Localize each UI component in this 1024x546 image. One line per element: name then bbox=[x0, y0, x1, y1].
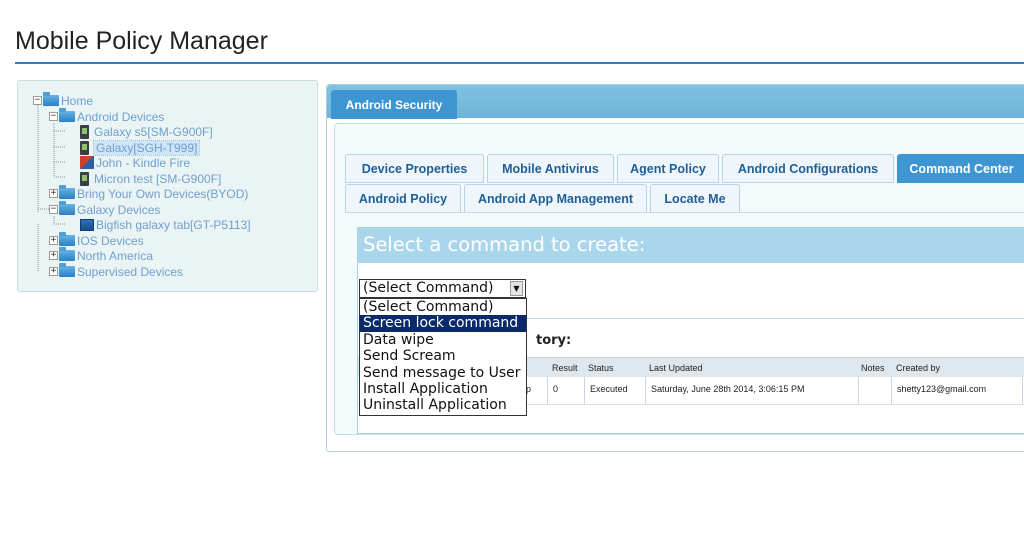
command-header: Select a command to create: bbox=[358, 228, 1024, 263]
tab-android-security[interactable]: Android Security bbox=[331, 90, 457, 119]
folder-icon bbox=[59, 247, 75, 261]
column-divider bbox=[584, 377, 585, 405]
tree-node-label: Galaxy Devices bbox=[77, 202, 161, 217]
tree-node-supervised[interactable]: + Supervised Devices bbox=[49, 263, 184, 279]
phone-icon bbox=[80, 124, 89, 139]
tab-android-policy[interactable]: Android Policy bbox=[345, 184, 461, 213]
dropdown-option[interactable]: Uninstall Application bbox=[360, 397, 526, 413]
expand-icon[interactable]: + bbox=[49, 251, 58, 260]
tree-node-bigfish[interactable]: Bigfish galaxy tab[GT-P5113] bbox=[80, 217, 251, 232]
tablet-icon bbox=[80, 218, 94, 231]
command-history-heading: tory: bbox=[536, 333, 572, 348]
column-header-status[interactable]: Status bbox=[588, 363, 614, 373]
column-divider bbox=[891, 377, 892, 405]
tree-node-label: North America bbox=[77, 248, 154, 263]
folder-icon bbox=[59, 185, 75, 199]
tab-locate-me[interactable]: Locate Me bbox=[650, 184, 740, 213]
tree-node-label: Android Devices bbox=[77, 109, 165, 124]
cell-created-by: shetty123@gmail.com bbox=[897, 384, 987, 394]
folder-icon bbox=[59, 232, 75, 246]
tree-node-label: Bigfish galaxy tab[GT-P5113] bbox=[96, 217, 251, 232]
tree-node-label: Supervised Devices bbox=[77, 264, 184, 279]
tree-node-john-kindle[interactable]: John - Kindle Fire bbox=[80, 155, 190, 170]
command-select-value: (Select Command) bbox=[363, 280, 494, 296]
expand-icon[interactable]: + bbox=[49, 267, 58, 276]
expand-icon[interactable]: + bbox=[49, 236, 58, 245]
column-header-notes[interactable]: Notes bbox=[861, 363, 885, 373]
cell-result: 0 bbox=[553, 384, 559, 394]
column-header-created-by[interactable]: Created by bbox=[896, 363, 940, 373]
folder-icon bbox=[59, 108, 75, 122]
column-header-result[interactable]: Result bbox=[552, 363, 578, 373]
tab-android-configurations[interactable]: Android Configurations bbox=[722, 154, 894, 183]
tab-divider bbox=[345, 212, 1024, 213]
tree-node-label: Bring Your Own Devices(BYOD) bbox=[77, 186, 249, 201]
phone-icon bbox=[80, 140, 89, 155]
tree-node-label: Galaxy s5[SM-G900F] bbox=[94, 124, 213, 139]
tree-node-galaxy-devices[interactable]: − Galaxy Devices bbox=[49, 201, 161, 217]
column-header-last-updated[interactable]: Last Updated bbox=[649, 363, 703, 373]
dropdown-option[interactable]: Send Scream bbox=[360, 348, 526, 364]
tab-command-center[interactable]: Command Center bbox=[897, 154, 1024, 183]
column-divider bbox=[547, 377, 548, 405]
collapse-icon[interactable]: − bbox=[49, 205, 58, 214]
cell-status: Executed bbox=[590, 384, 628, 394]
tree-node-micron-test[interactable]: Micron test [SM-G900F] bbox=[80, 171, 221, 186]
page-title: Mobile Policy Manager bbox=[15, 27, 268, 55]
expand-icon[interactable]: + bbox=[49, 189, 58, 198]
dropdown-option[interactable]: Data wipe bbox=[360, 332, 526, 348]
panel-header: Android Security bbox=[327, 85, 1024, 119]
dropdown-option[interactable]: Send message to User bbox=[360, 365, 526, 381]
tree-node-android-devices[interactable]: − Android Devices bbox=[49, 108, 165, 124]
column-divider bbox=[645, 377, 646, 405]
tree-node-galaxy-sgh[interactable]: Galaxy[SGH-T999] bbox=[80, 139, 201, 156]
phone-icon bbox=[80, 171, 89, 186]
tree-node-label: Micron test [SM-G900F] bbox=[94, 171, 222, 186]
title-divider bbox=[15, 62, 1024, 64]
collapse-icon[interactable]: − bbox=[49, 112, 58, 121]
tree-node-ios-devices[interactable]: + IOS Devices bbox=[49, 232, 144, 248]
command-select[interactable]: (Select Command) ▼ bbox=[359, 279, 526, 298]
device-tree-panel: − Home − Android Devices Galaxy s5[SM-G9… bbox=[17, 80, 318, 292]
folder-icon bbox=[43, 92, 59, 106]
dropdown-option[interactable]: Install Application bbox=[360, 381, 526, 397]
tab-device-properties[interactable]: Device Properties bbox=[345, 154, 484, 183]
tree-node-north-america[interactable]: + North America bbox=[49, 247, 154, 263]
tree-node-label: Home bbox=[61, 93, 94, 108]
tree-node-home[interactable]: − Home bbox=[33, 92, 94, 108]
collapse-icon[interactable]: − bbox=[33, 96, 42, 105]
tree-node-label: Galaxy[SGH-T999] bbox=[92, 139, 201, 156]
tree-node-galaxy-s5[interactable]: Galaxy s5[SM-G900F] bbox=[80, 124, 213, 139]
tree-node-byod[interactable]: + Bring Your Own Devices(BYOD) bbox=[49, 185, 249, 201]
dropdown-option[interactable]: (Select Command) bbox=[360, 299, 526, 315]
tree-node-label: John - Kindle Fire bbox=[96, 155, 191, 170]
column-divider bbox=[858, 377, 859, 405]
tab-android-app-management[interactable]: Android App Management bbox=[464, 184, 647, 213]
column-divider bbox=[1022, 377, 1023, 405]
folder-icon bbox=[59, 201, 75, 215]
tree-node-label: IOS Devices bbox=[77, 233, 144, 248]
tab-mobile-antivirus[interactable]: Mobile Antivirus bbox=[487, 154, 614, 183]
tab-agent-policy[interactable]: Agent Policy bbox=[617, 154, 719, 183]
cell-last-updated: Saturday, June 28th 2014, 3:06:15 PM bbox=[651, 384, 805, 394]
dropdown-option-highlighted[interactable]: Screen lock command bbox=[360, 315, 526, 332]
dropdown-arrow-icon[interactable]: ▼ bbox=[510, 281, 523, 296]
folder-icon bbox=[59, 263, 75, 277]
command-dropdown-list: (Select Command) Screen lock command Dat… bbox=[359, 298, 527, 416]
kindle-icon bbox=[80, 156, 94, 169]
